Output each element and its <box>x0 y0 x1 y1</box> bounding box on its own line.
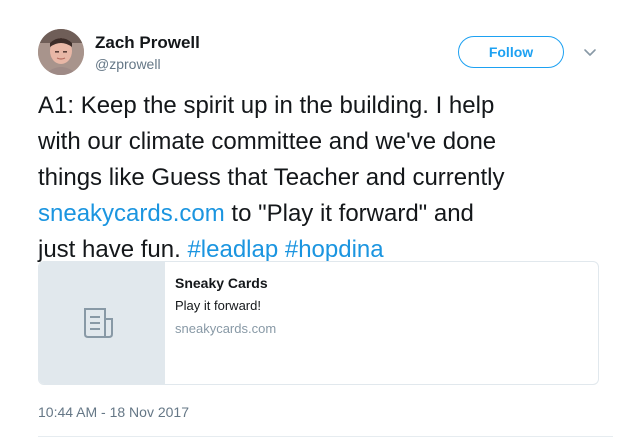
tweet-text-segment: to "Play it forward" and <box>224 200 474 227</box>
document-icon <box>84 308 113 338</box>
tweet-text-segment: things like Guess that Teacher and curre… <box>38 164 505 191</box>
user-name[interactable]: Zach Prowell <box>95 33 200 53</box>
card-description: Play it forward! <box>175 298 261 313</box>
tweet-text-line: things like Guess that Teacher and curre… <box>38 160 613 196</box>
user-handle[interactable]: @zprowell <box>95 56 161 72</box>
card-thumbnail <box>39 262 165 384</box>
hashtag-link[interactable]: #leadlap <box>187 236 278 263</box>
hashtag-link[interactable]: #hopdina <box>285 236 384 263</box>
tweet-text-line: with our climate committee and we've don… <box>38 124 613 160</box>
divider <box>38 436 613 437</box>
tweet-text-segment: A1: Keep the spirit up in the building. … <box>38 92 495 119</box>
tweet-text-line: A1: Keep the spirit up in the building. … <box>38 88 613 124</box>
avatar[interactable] <box>38 29 84 75</box>
tweet-text-segment <box>278 236 285 263</box>
tweet-text-line: sneakycards.com to "Play it forward" and <box>38 196 613 232</box>
follow-button[interactable]: Follow <box>458 36 564 68</box>
tweet-text-segment: with our climate committee and we've don… <box>38 128 497 155</box>
tweet-text-segment: just have fun. <box>38 236 188 263</box>
url-link[interactable]: sneakycards.com <box>38 200 225 227</box>
link-card[interactable]: Sneaky Cards Play it forward! sneakycard… <box>38 261 599 385</box>
avatar-image <box>38 29 84 75</box>
chevron-down-icon[interactable] <box>582 44 598 60</box>
tweet-timestamp[interactable]: 10:44 AM - 18 Nov 2017 <box>38 404 189 420</box>
tweet: Zach Prowell @zprowell Follow A1: Keep t… <box>0 0 639 443</box>
card-domain: sneakycards.com <box>175 321 277 336</box>
tweet-text: A1: Keep the spirit up in the building. … <box>38 88 613 268</box>
card-title: Sneaky Cards <box>175 275 268 291</box>
